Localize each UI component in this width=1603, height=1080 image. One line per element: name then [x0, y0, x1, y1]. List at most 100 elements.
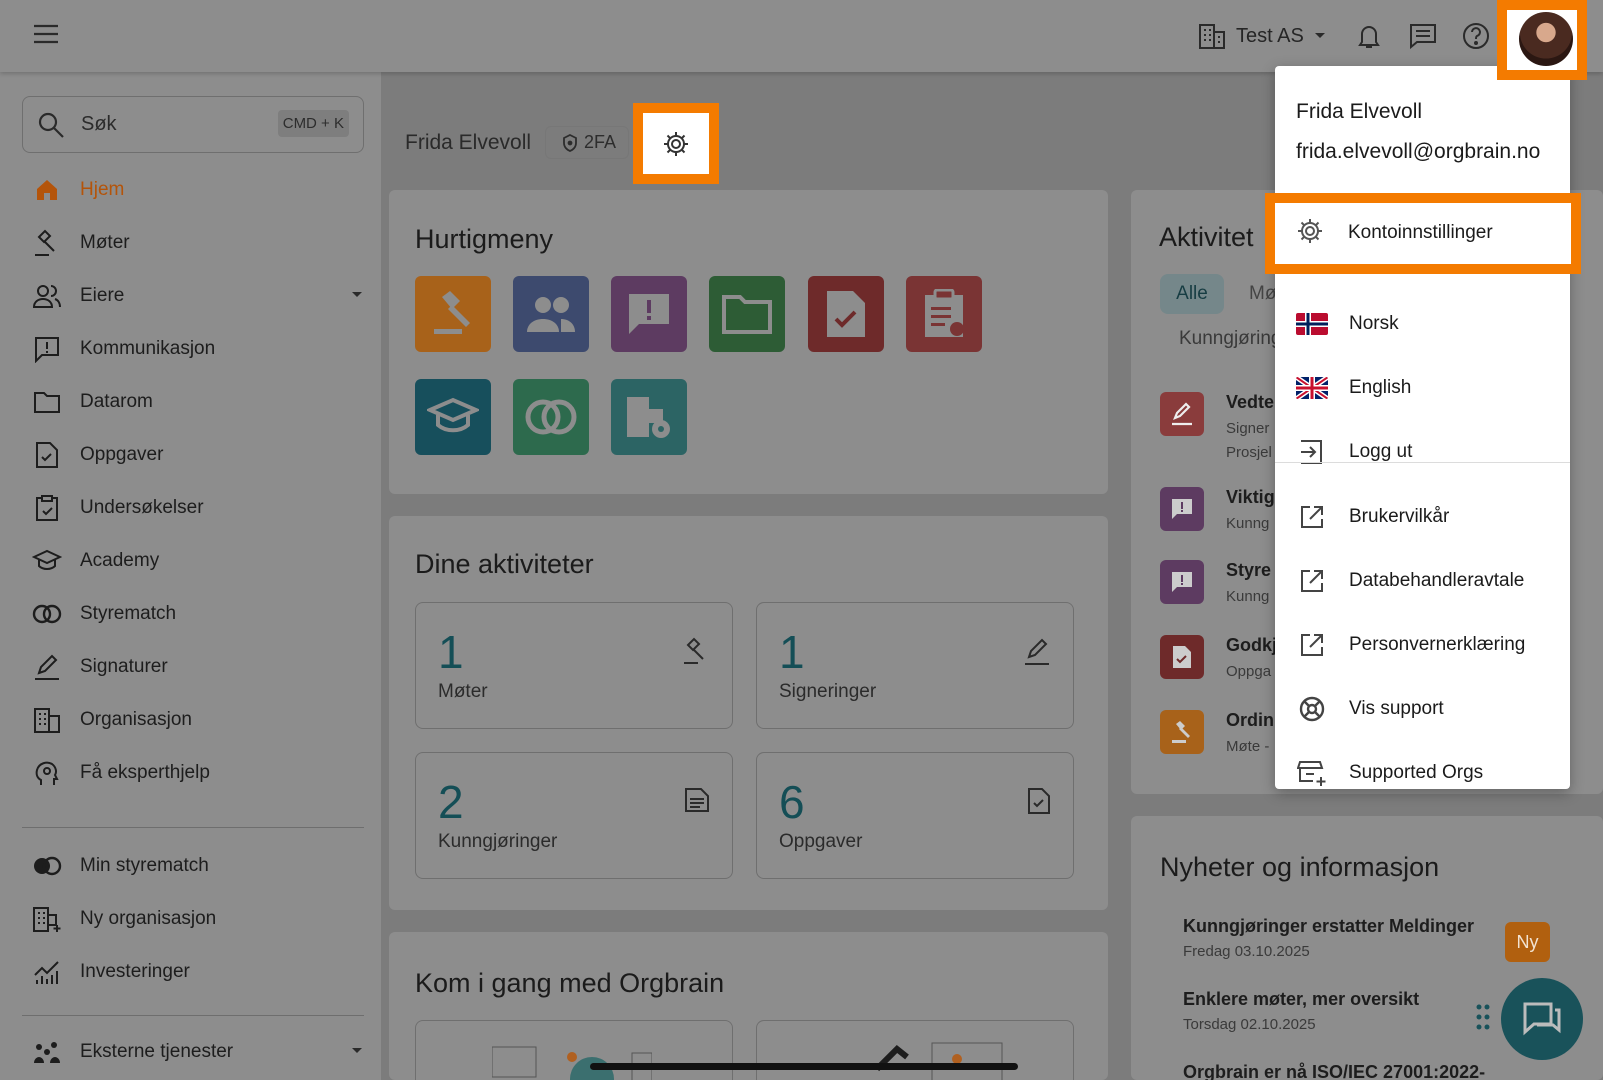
- menu-item-logg-ut[interactable]: Logg ut: [1275, 424, 1570, 480]
- gavel-icon: [1160, 710, 1204, 754]
- menu-item-vis-support[interactable]: Vis support: [1275, 681, 1570, 737]
- user-menu: Frida Elvevoll frida.elvevoll@orgbrain.n…: [1275, 66, 1570, 789]
- menu-item-norsk[interactable]: Norsk: [1275, 296, 1570, 352]
- sidebar-item-academy[interactable]: Academy: [32, 541, 362, 581]
- sidebar-item-kommunikasjon[interactable]: Kommunikasjon: [32, 329, 362, 369]
- guide-card[interactable]: [756, 1020, 1074, 1080]
- avatar: [1519, 12, 1573, 66]
- search-input[interactable]: Søk CMD + K: [22, 96, 364, 153]
- menu-icon[interactable]: [33, 24, 59, 44]
- stat-label: Oppgaver: [779, 831, 863, 852]
- sidebar-item-label: Eksterne tjenester: [80, 1041, 234, 1062]
- news-item-title: Kunngjøringer erstatter Meldinger: [1183, 916, 1475, 936]
- news-item-title: Enklere møter, mer oversikt: [1183, 989, 1420, 1009]
- activity-subtitle: Signer: [1226, 420, 1270, 437]
- sidebar-item-hjem[interactable]: Hjem: [32, 170, 362, 210]
- menu-item-supported-orgs[interactable]: Supported Orgs: [1275, 745, 1570, 801]
- menu-item-label: Norsk: [1349, 313, 1399, 334]
- task-icon: [825, 289, 867, 339]
- menu-item-label: Kontoinnstillinger: [1348, 222, 1493, 243]
- help-icon[interactable]: [1460, 20, 1492, 52]
- sidebar-item-organisasjon[interactable]: Organisasjon: [32, 700, 362, 740]
- chart-line-icon: [32, 957, 62, 987]
- sidebar-item-investeringer[interactable]: Investeringer: [32, 952, 362, 992]
- sidebar-item-min-styrematch[interactable]: Min styrematch: [32, 846, 362, 886]
- profile-settings-button[interactable]: [633, 103, 719, 184]
- sidebar-item-eksterne-tjenester[interactable]: Eksterne tjenester: [32, 1032, 362, 1072]
- home-icon: [32, 175, 62, 205]
- quick-organisation-button[interactable]: [611, 379, 687, 455]
- news-item[interactable]: Orgbrain er nå ISO/IEC 27001:2022-: [1183, 1062, 1485, 1080]
- top-bar: Test AS: [0, 0, 1603, 72]
- news-title: Nyheter og informasjon: [1160, 852, 1440, 882]
- sidebar-item-eiere[interactable]: Eiere: [32, 276, 362, 316]
- gavel-icon: [682, 637, 710, 665]
- menu-item-label: Vis support: [1349, 698, 1444, 719]
- task-icon: [1160, 635, 1204, 679]
- signature-icon: [1160, 392, 1204, 436]
- quick-meetings-button[interactable]: [415, 276, 491, 352]
- menu-item-english[interactable]: English: [1275, 360, 1570, 416]
- stat-announcements[interactable]: 2 Kunngjøringer: [415, 752, 733, 879]
- org-switcher[interactable]: Test AS: [1198, 20, 1326, 52]
- shield-icon: [562, 133, 578, 152]
- org-name: Test AS: [1236, 24, 1304, 47]
- survey-icon: [921, 289, 967, 339]
- stat-signings[interactable]: 1 Signeringer: [756, 602, 1074, 729]
- profile-name: Frida Elvevoll: [405, 130, 532, 154]
- sidebar-item-oppgaver[interactable]: Oppgaver: [32, 435, 362, 475]
- quick-tasks-button[interactable]: [808, 276, 884, 352]
- activity-title: Godkj: [1226, 635, 1278, 655]
- quick-academy-button[interactable]: [415, 379, 491, 455]
- search-shortcut: CMD + K: [277, 110, 349, 137]
- chat-icon[interactable]: [1407, 20, 1439, 52]
- quick-owners-button[interactable]: [513, 276, 589, 352]
- norway-flag-icon: [1296, 309, 1328, 339]
- styrematch-icon: [32, 851, 62, 881]
- sidebar-item-ny-organisasjon[interactable]: Ny organisasjon: [32, 899, 362, 939]
- quick-surveys-button[interactable]: [906, 276, 982, 352]
- horizontal-scrollbar[interactable]: [590, 1063, 1018, 1070]
- stat-value: 2: [438, 776, 464, 828]
- sidebar-item-eksperthjelp[interactable]: Få eksperthjelp: [32, 753, 362, 793]
- guide-card[interactable]: [415, 1020, 733, 1080]
- announcement-icon: [1160, 560, 1204, 604]
- support-chat-button[interactable]: [1501, 978, 1583, 1060]
- filter-announcements-chip[interactable]: Kunngjøring: [1179, 328, 1281, 350]
- quick-styrematch-button[interactable]: [513, 379, 589, 455]
- sidebar-item-datarom[interactable]: Datarom: [32, 382, 362, 422]
- graduation-cap-icon: [427, 397, 479, 437]
- avatar-button[interactable]: [1497, 0, 1587, 80]
- stat-meetings[interactable]: 1 Møter: [415, 602, 733, 729]
- caret-down-icon: [352, 292, 362, 298]
- menu-item-databehandleravtale[interactable]: Databehandleravtale: [1275, 553, 1570, 609]
- activity-title: Styre: [1226, 560, 1272, 580]
- sidebar-item-moter[interactable]: Møter: [32, 223, 362, 263]
- sidebar-item-signaturer[interactable]: Signaturer: [32, 647, 362, 687]
- filter-meetings-chip[interactable]: Mø: [1249, 283, 1276, 305]
- stat-tasks[interactable]: 6 Oppgaver: [756, 752, 1074, 879]
- drag-handle-icon[interactable]: [1475, 1003, 1491, 1031]
- quick-communication-button[interactable]: [611, 276, 687, 352]
- task-icon: [32, 440, 62, 470]
- sidebar-item-undersokelser[interactable]: Undersøkelser: [32, 488, 362, 528]
- filter-all-chip[interactable]: Alle: [1160, 274, 1224, 314]
- gavel-icon: [32, 228, 62, 258]
- sidebar-item-styrematch[interactable]: Styrematch: [32, 594, 362, 634]
- activity-subtitle: Prosjel: [1226, 444, 1272, 461]
- quick-dataroom-button[interactable]: [709, 276, 785, 352]
- signature-icon: [32, 652, 62, 682]
- news-item[interactable]: Enklere møter, mer oversikt Torsdag 02.1…: [1183, 989, 1419, 1033]
- sidebar-divider: [22, 827, 364, 828]
- news-item[interactable]: Kunngjøringer erstatter Meldinger Fredag…: [1183, 916, 1474, 960]
- survey-icon: [32, 493, 62, 523]
- menu-item-brukervilkar[interactable]: Brukervilkår: [1275, 489, 1570, 545]
- profile-header: Frida Elvevoll 2FA: [405, 126, 630, 159]
- menu-item-personvernerklaering[interactable]: Personvernerklæring: [1275, 617, 1570, 673]
- bell-icon[interactable]: [1353, 20, 1385, 52]
- menu-user-email: frida.elvevoll@orgbrain.no: [1296, 140, 1541, 163]
- activity-subtitle: Kunng: [1226, 588, 1270, 605]
- menu-item-kontoinnstillinger[interactable]: Kontoinnstillinger: [1265, 193, 1581, 274]
- sidebar-item-label: Academy: [80, 550, 160, 571]
- activity-subtitle: Møte -: [1226, 738, 1270, 755]
